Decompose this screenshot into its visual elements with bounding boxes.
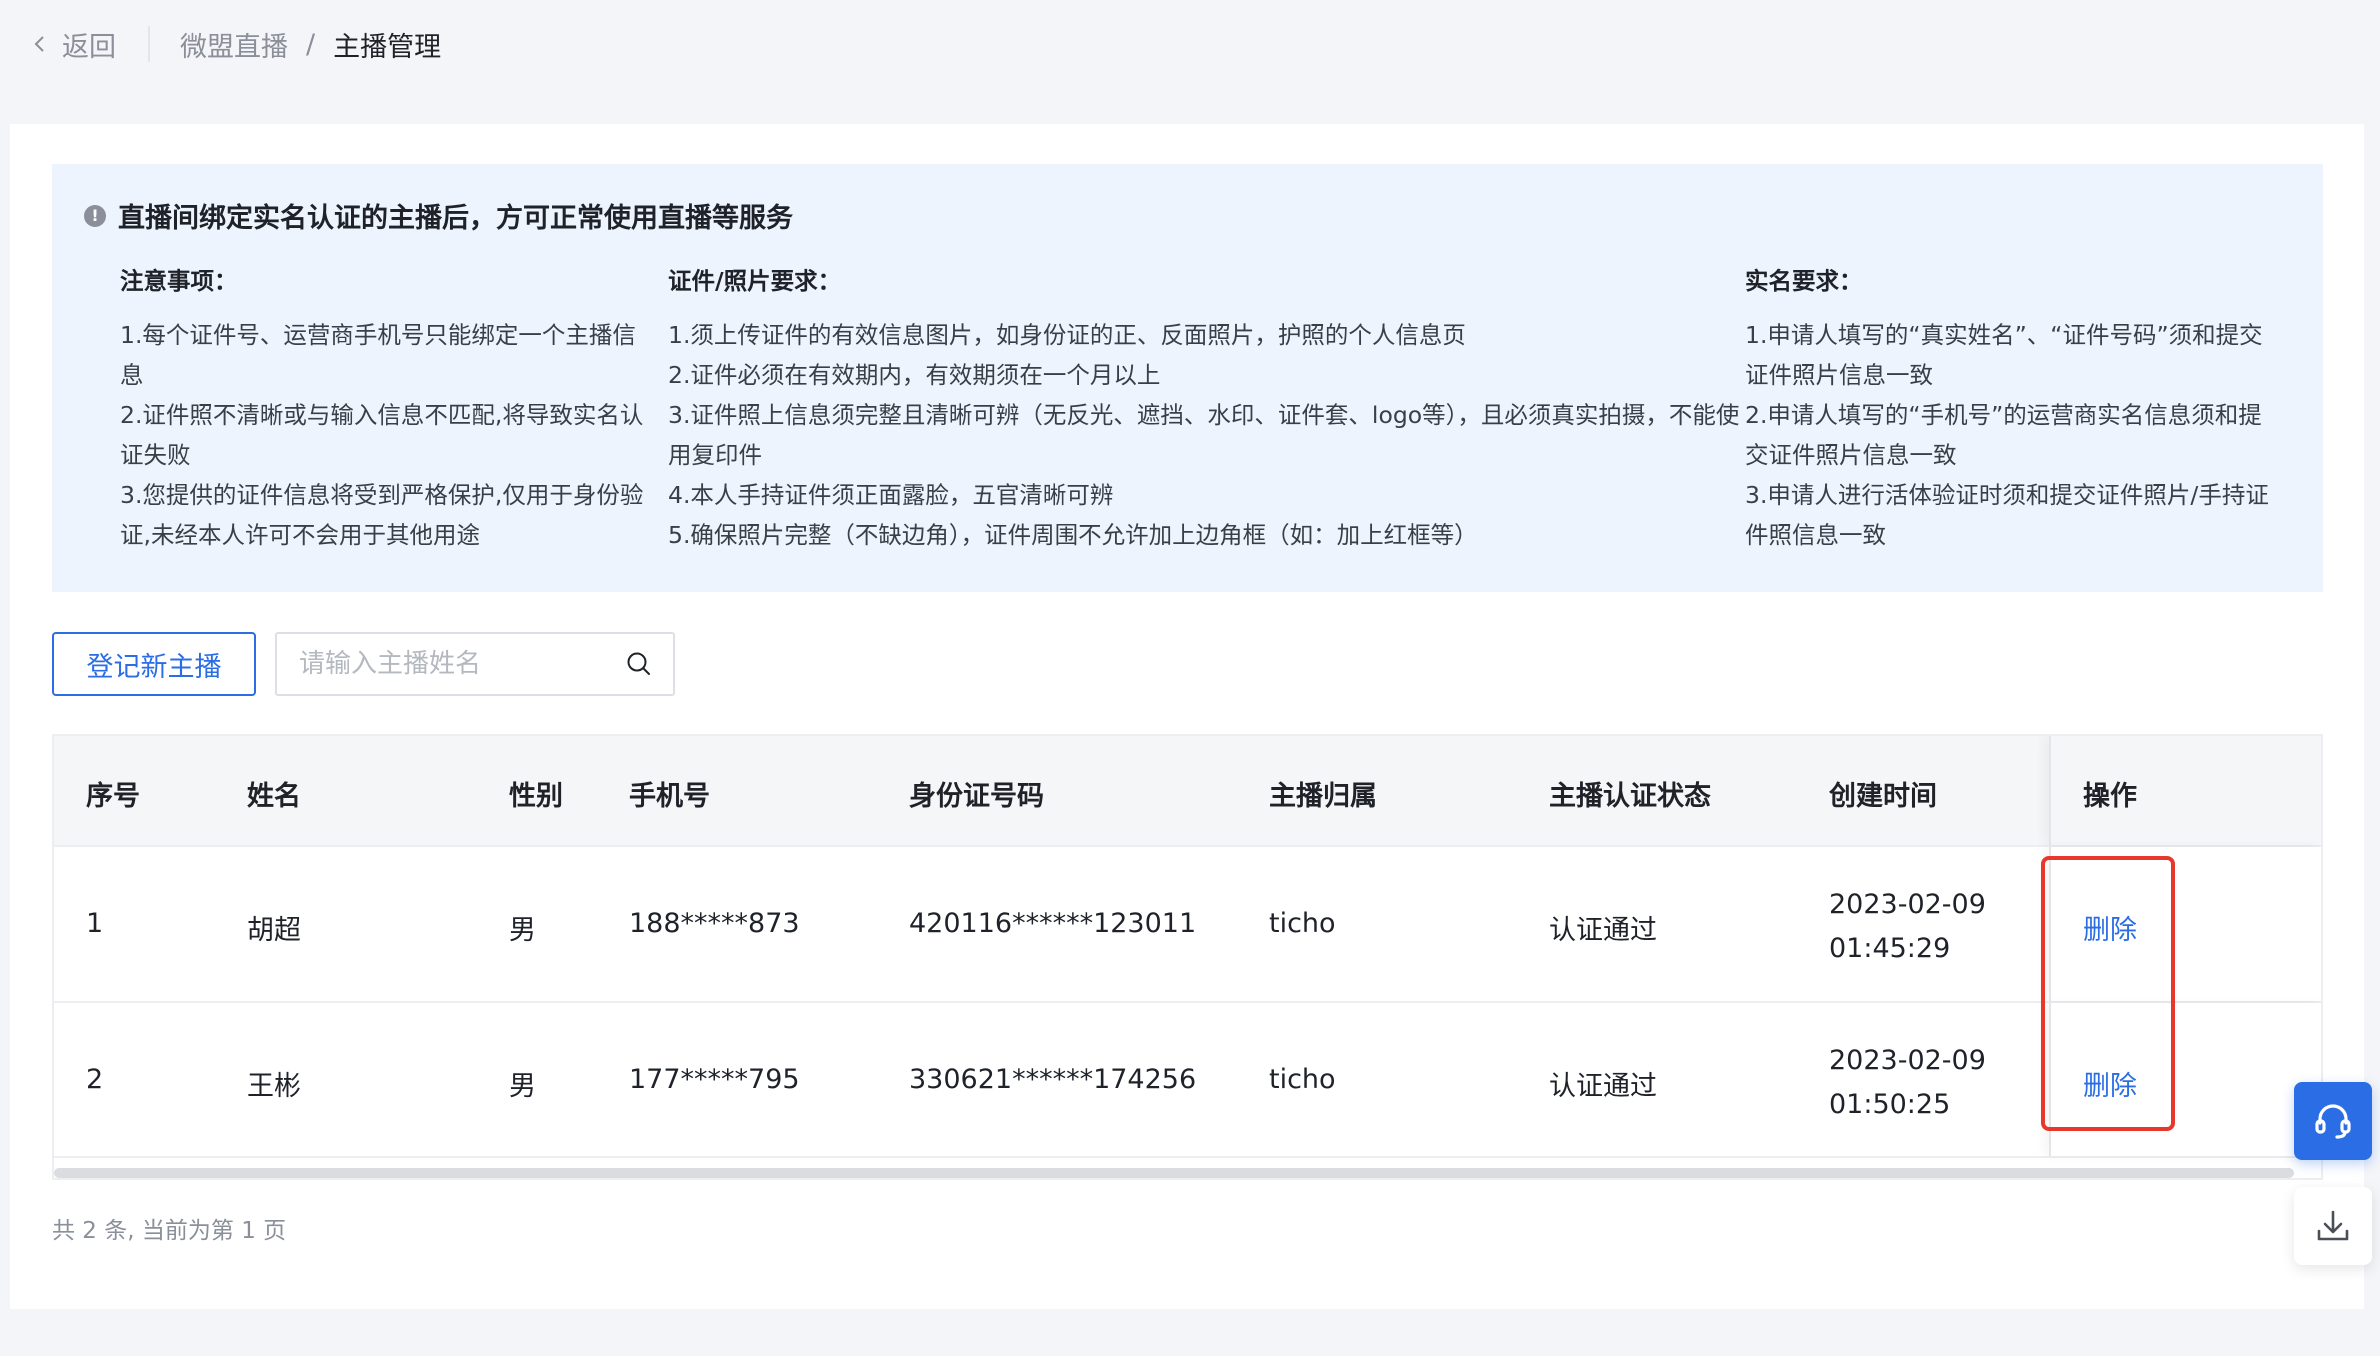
divider [148, 26, 150, 62]
cell-gender: 男 [509, 915, 536, 946]
header-name: 姓名 [247, 781, 301, 812]
header-index: 序号 [86, 781, 140, 812]
info-icon: ! [84, 204, 106, 227]
table-row: 1 胡超 男 188*****873 420116******123011 ti… [54, 847, 2321, 1003]
actions-cell: 删除 [2049, 847, 2321, 1001]
header-id-number: 身份证号码 [909, 781, 1044, 812]
cell-name: 王彬 [247, 1071, 301, 1102]
download-icon [2317, 1210, 2349, 1241]
actions-column-header: 操作 [2049, 736, 2321, 845]
horizontal-scrollbar[interactable] [54, 1168, 2294, 1178]
notice-column-realname-requirements: 实名要求： 1.申请人填写的“真实姓名”、“证件号码”须和提交证件照片信息一致 … [1745, 264, 2285, 555]
anchor-table: 序号 姓名 性别 手机号 身份证号码 主播归属 主播认证状态 创建时间 操作 1… [52, 734, 2323, 1180]
notice-item: 3.证件照上信息须完整且清晰可辨（无反光、遮挡、水印、证件套、logo等），且必… [668, 401, 1740, 469]
search-icon[interactable] [625, 650, 653, 678]
cell-created: 2023-02-09 01:45:29 [1829, 889, 1986, 964]
notice-heading: 证件/照片要求： [668, 267, 842, 295]
notice-item: 1.申请人填写的“真实姓名”、“证件号码”须和提交证件照片信息一致 [1745, 321, 2263, 389]
notice-heading: 注意事项： [120, 267, 238, 295]
notice-item: 2.证件必须在有效期内，有效期须在一个月以上 [668, 361, 1161, 389]
notice-item: 2.申请人填写的“手机号”的运营商实名信息须和提交证件照片信息一致 [1745, 401, 2262, 469]
delete-button[interactable]: 删除 [2083, 1064, 2137, 1103]
notice-item: 5.确保照片完整（不缺边角），证件周围不允许加上边角框（如：加上红框等） [668, 521, 1478, 549]
search-box[interactable] [275, 632, 675, 696]
cell-phone: 177*****795 [629, 1064, 800, 1095]
notice-item: 4.本人手持证件须正面露脸，五官清晰可辨 [668, 481, 1114, 509]
header-phone: 手机号 [629, 781, 710, 812]
cell-index: 2 [86, 1064, 104, 1095]
notice-title-text: 直播间绑定实名认证的主播后，方可正常使用直播等服务 [118, 203, 793, 234]
cell-owner: ticho [1269, 1064, 1336, 1095]
notice-panel: ! 直播间绑定实名认证的主播后，方可正常使用直播等服务 注意事项： 1.每个证件… [52, 164, 2323, 592]
register-anchor-button[interactable]: 登记新主播 [52, 632, 256, 696]
header-actions: 操作 [2083, 781, 2137, 812]
cell-phone: 188*****873 [629, 908, 800, 939]
header-gender: 性别 [509, 781, 563, 812]
notice-heading: 实名要求： [1745, 267, 1863, 295]
back-label: 返回 [62, 31, 116, 63]
cell-status: 认证通过 [1549, 1071, 1657, 1102]
cell-name: 胡超 [247, 915, 301, 946]
notice-title: ! 直播间绑定实名认证的主播后，方可正常使用直播等服务 [84, 196, 793, 235]
breadcrumb-separator: / [306, 28, 316, 60]
chevron-left-icon [34, 36, 44, 52]
breadcrumb-parent[interactable]: 微盟直播 [180, 25, 288, 64]
customer-support-button[interactable] [2294, 1082, 2372, 1160]
header-status: 主播认证状态 [1549, 781, 1711, 812]
download-button[interactable] [2294, 1187, 2372, 1265]
cell-id-number: 420116******123011 [909, 908, 1197, 939]
actions-cell: 删除 [2049, 1003, 2321, 1156]
notice-column-photo-requirements: 证件/照片要求： 1.须上传证件的有效信息图片，如身份证的正、反面照片，护照的个… [668, 264, 1748, 555]
cell-id-number: 330621******174256 [909, 1064, 1197, 1095]
search-input[interactable] [299, 649, 625, 679]
back-button[interactable]: 返回 [30, 25, 116, 64]
cell-gender: 男 [509, 1071, 536, 1102]
cell-created: 2023-02-09 01:50:25 [1829, 1045, 1986, 1120]
delete-button[interactable]: 删除 [2083, 908, 2137, 947]
pagination-summary: 共 2 条, 当前为第 1 页 [52, 1218, 287, 1244]
notice-item: 3.申请人进行活体验证时须和提交证件照片/手持证件照信息一致 [1745, 481, 2269, 549]
header-bar: 返回 微盟直播 / 主播管理 [0, 0, 2380, 88]
cell-index: 1 [86, 908, 104, 939]
notice-column-precautions: 注意事项： 1.每个证件号、运营商手机号只能绑定一个主播信息 2.证件照不清晰或… [120, 264, 650, 555]
header-created: 创建时间 [1829, 781, 1937, 812]
notice-item: 1.每个证件号、运营商手机号只能绑定一个主播信息 [120, 321, 636, 389]
headset-icon [2315, 1104, 2351, 1139]
cell-owner: ticho [1269, 908, 1336, 939]
table-row: 2 王彬 男 177*****795 330621******174256 ti… [54, 1003, 2321, 1158]
main-card: ! 直播间绑定实名认证的主播后，方可正常使用直播等服务 注意事项： 1.每个证件… [10, 124, 2364, 1309]
cell-status: 认证通过 [1549, 915, 1657, 946]
notice-item: 1.须上传证件的有效信息图片，如身份证的正、反面照片，护照的个人信息页 [668, 321, 1466, 349]
table-header: 序号 姓名 性别 手机号 身份证号码 主播归属 主播认证状态 创建时间 操作 [54, 736, 2321, 847]
breadcrumb-current: 主播管理 [333, 31, 442, 63]
notice-item: 2.证件照不清晰或与输入信息不匹配,将导致实名认证失败 [120, 401, 644, 469]
notice-item: 3.您提供的证件信息将受到严格保护,仅用于身份验证,未经本人许可不会用于其他用途 [120, 481, 644, 549]
header-owner: 主播归属 [1269, 781, 1377, 812]
